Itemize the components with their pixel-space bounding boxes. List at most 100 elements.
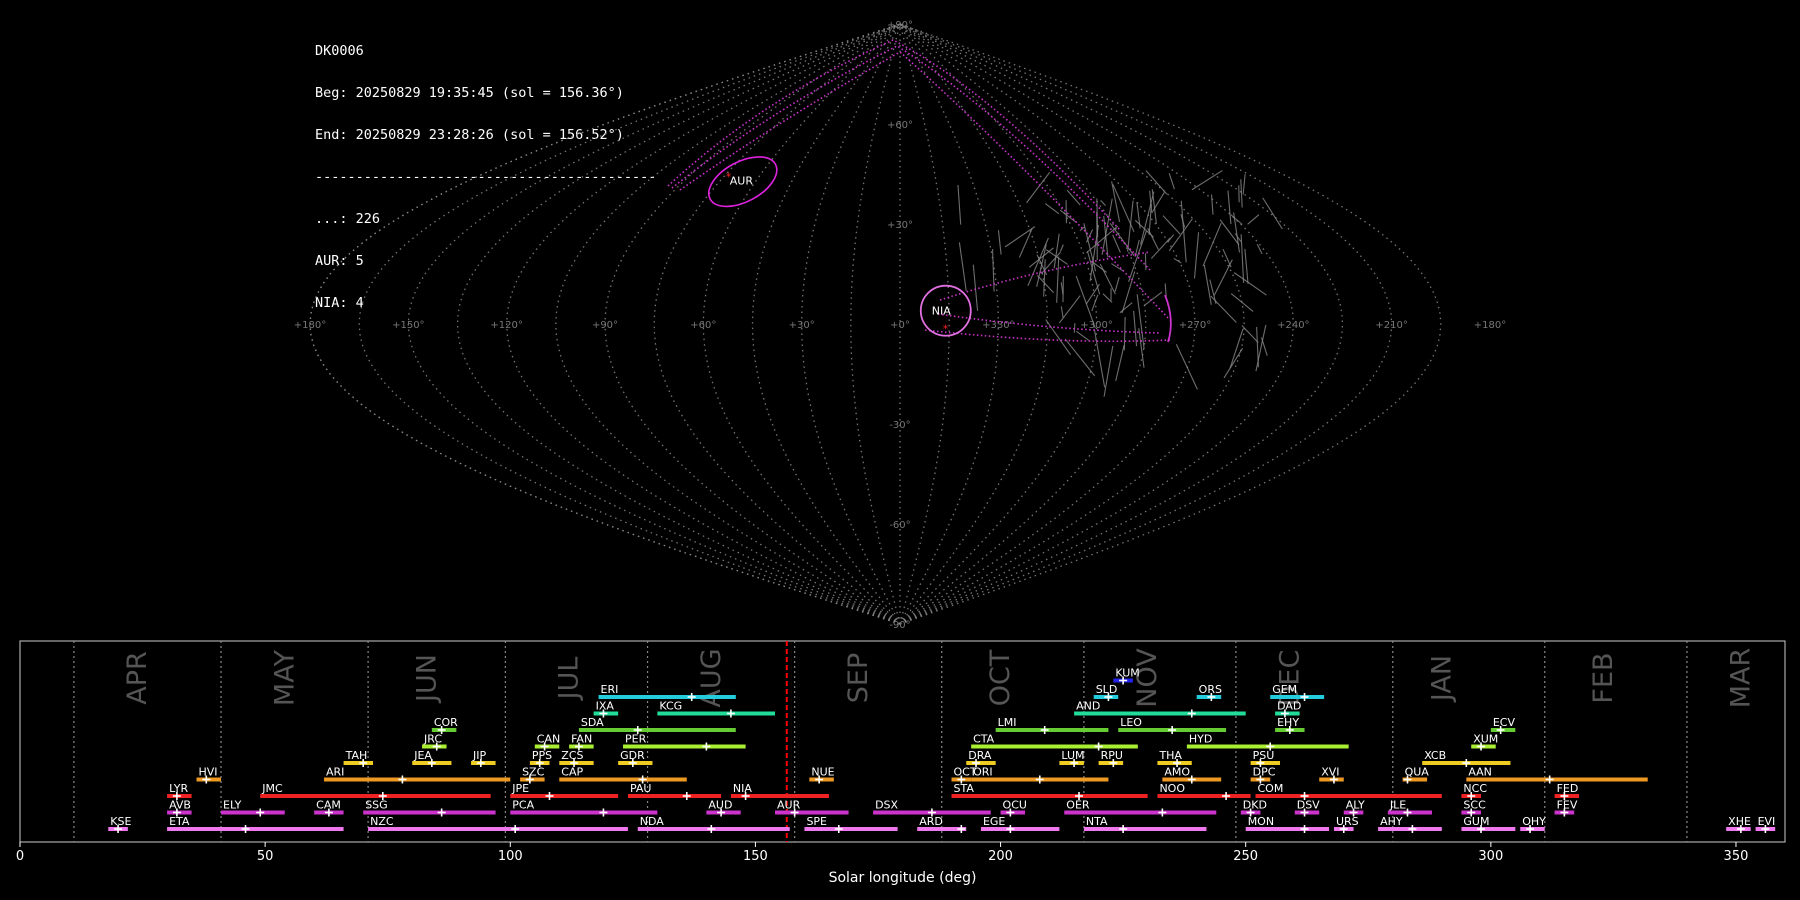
shower-label: KCG: [659, 700, 682, 713]
longitude-label: +240°: [1277, 320, 1309, 331]
meteor-trail: [957, 184, 962, 225]
meteor-trail: [1240, 234, 1245, 283]
shower-label: DAD: [1277, 700, 1301, 713]
shower-label: GDR: [620, 749, 645, 762]
shower-label: RPU: [1101, 749, 1123, 762]
meteor-trail: [1059, 209, 1077, 223]
shower-label: DSX: [875, 799, 898, 812]
meteor-trail: [1168, 218, 1193, 252]
meteor-trail: [1099, 263, 1116, 295]
shower-label: LMI: [998, 716, 1017, 729]
meteor-trail: [1262, 197, 1283, 230]
meteor-trail: [1202, 222, 1222, 267]
shower-label: SDA: [581, 716, 604, 729]
meteor-trail: [1145, 170, 1168, 195]
aur-member-trail: [679, 51, 1171, 321]
radiant-marker: *: [943, 323, 949, 336]
latitude-label: +30°: [887, 220, 913, 231]
shower-label: AHY: [1380, 815, 1403, 828]
meteor-trail: [1058, 295, 1081, 324]
shower-label: ETA: [169, 815, 190, 828]
shower-label: CAM: [316, 799, 341, 812]
shower-label: FEV: [1557, 799, 1578, 812]
shower-label: THA: [1158, 749, 1182, 762]
longitude-label: +30°: [789, 320, 815, 331]
radiant-marker: *: [726, 171, 732, 184]
shower-label: OER: [1066, 799, 1090, 812]
latitude-label: -60°: [889, 520, 910, 531]
meteor-trail: [1103, 345, 1114, 397]
meteor-trail: [992, 248, 995, 292]
x-tick-label: 300: [1478, 849, 1503, 864]
shower-label: NCC: [1463, 782, 1487, 795]
month-label: JUL: [554, 657, 585, 702]
latitude-label: +60°: [887, 120, 913, 131]
shower-label: JPE: [511, 782, 529, 795]
month-label: JAN: [1426, 655, 1457, 703]
meteor-trail: [1091, 294, 1099, 312]
shower-label: JRC: [423, 733, 442, 746]
meteor-trail: [1162, 215, 1181, 235]
meteor-trail: [1175, 344, 1198, 390]
shower-label: ERI: [601, 683, 619, 696]
shower-label: NOO: [1159, 782, 1185, 795]
meteor-trail: [1173, 257, 1182, 264]
shower-label: JIP: [472, 749, 486, 762]
meteor-trail: [1056, 256, 1060, 303]
meteor-trail: [1230, 214, 1243, 225]
meteor-trail: [1147, 228, 1159, 250]
meteor-trail: [1233, 272, 1267, 296]
shower-label: AUD: [708, 799, 732, 812]
longitude-label: +210°: [1375, 320, 1407, 331]
x-tick-label: 250: [1233, 849, 1258, 864]
meteor-trail: [1227, 190, 1232, 225]
shower-label: HYD: [1189, 733, 1212, 746]
radiant-label: NIA: [932, 305, 951, 318]
longitude-label: +180°: [1474, 320, 1506, 331]
shower-label: NIA: [733, 782, 752, 795]
meteor-trail: [1191, 170, 1223, 191]
meteor-trail: [1044, 203, 1060, 215]
longitude-label: +90°: [592, 320, 618, 331]
shower-label: FAN: [571, 733, 592, 746]
x-axis-label: Solar longitude (deg): [829, 870, 977, 886]
meteor-trail: [1193, 232, 1200, 279]
meteor-trail: [1083, 223, 1097, 272]
shower-label: AUR: [777, 799, 801, 812]
shower-label: SPE: [806, 815, 827, 828]
shower-label: OCU: [1003, 799, 1027, 812]
shower-label: KUM: [1115, 667, 1139, 680]
shower-label: NTA: [1086, 815, 1108, 828]
shower-label: AAN: [1468, 766, 1492, 779]
month-label: FEB: [1588, 652, 1619, 703]
meteor-trail: [1059, 244, 1064, 252]
meridian-line: [407, 23, 901, 625]
month-label: SEP: [843, 653, 874, 703]
latitude-label: -30°: [889, 420, 910, 431]
shower-label: STA: [954, 782, 975, 795]
sky-map: +90° +60° +30° -30° -60° -90° +180° +150° +120° +…: [294, 20, 1506, 630]
shower-label: TAH: [345, 749, 368, 762]
shower-label: DKD: [1243, 799, 1267, 812]
meteor-trail: [1123, 317, 1126, 351]
meteor-trail: [997, 230, 1002, 255]
shower-label: AMO: [1164, 766, 1190, 779]
shower-label: XUM: [1473, 733, 1498, 746]
shower-label: COM: [1258, 782, 1284, 795]
shower-label: GUM: [1463, 815, 1489, 828]
month-label: APR: [122, 651, 153, 705]
meteor-trail: [1242, 174, 1246, 195]
meteor-trail: [972, 264, 979, 311]
latitude-label: -90°: [889, 620, 910, 630]
meridian-line: [801, 23, 901, 625]
meteor-trail: [1043, 259, 1046, 297]
shower-label: NDA: [640, 815, 665, 828]
shower-label: PSU: [1253, 749, 1275, 762]
meteor-trail: [1060, 306, 1064, 318]
shower-timeline: APR MAY JUN JUL AUG SEP OCT NOV DEC JAN FEB MARKUME…: [16, 640, 1786, 886]
month-label: MAY: [269, 649, 300, 706]
shower-label: ARD: [919, 815, 943, 828]
x-tick-label: 0: [16, 849, 24, 864]
shower-label: LUM: [1061, 749, 1084, 762]
meteor-trail: [1240, 179, 1243, 208]
